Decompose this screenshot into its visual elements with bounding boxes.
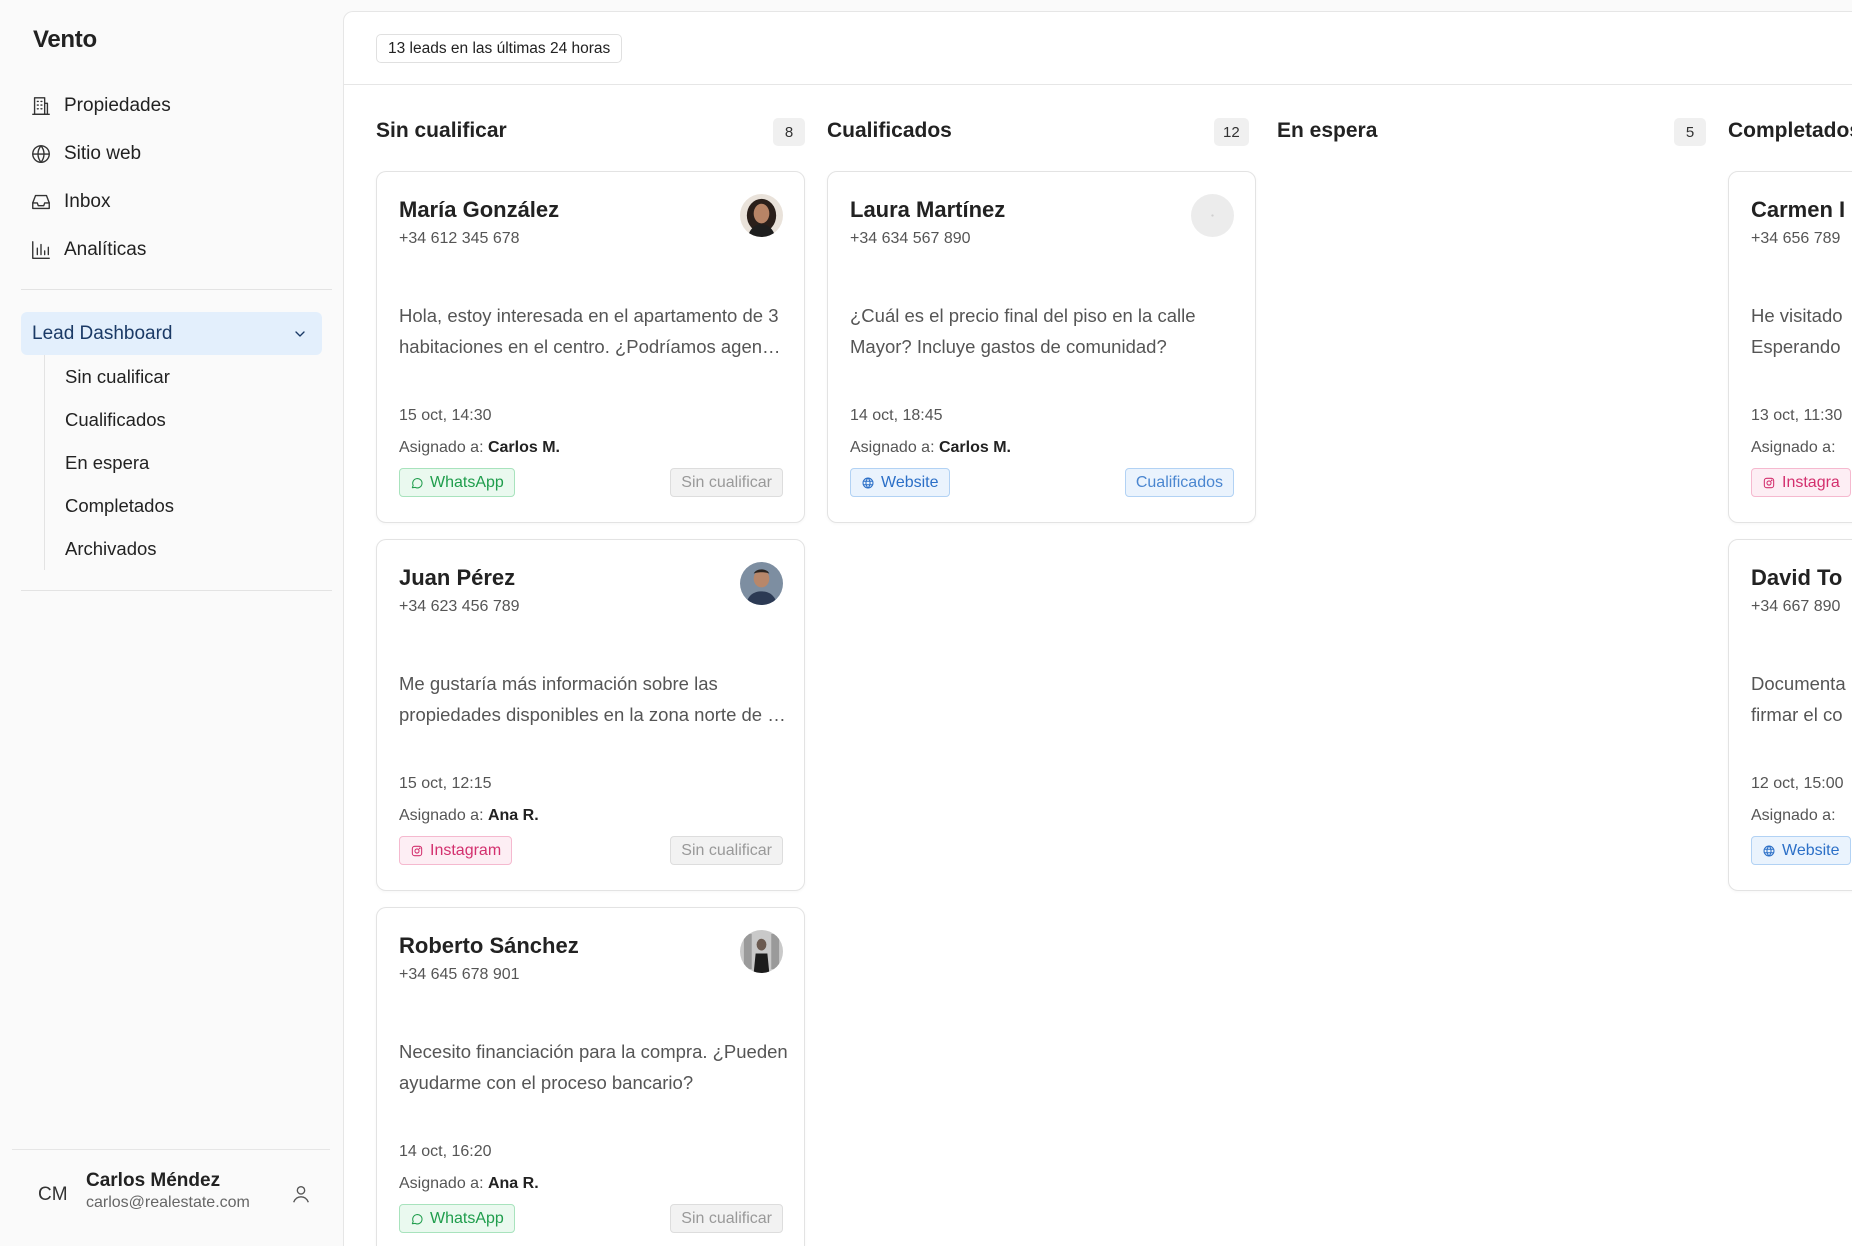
status-badge: Cualificados: [1124, 468, 1234, 497]
source-badge-whatsapp: WhatsApp: [399, 468, 515, 497]
lead-phone: +34 612 345 678: [399, 230, 520, 247]
subnav-item-sin-cualificar[interactable]: Sin cualificar: [45, 355, 314, 398]
lead-name: Laura Martínez: [850, 197, 1006, 222]
lead-message: ¿Cuál es el precio final del piso en la …: [850, 305, 1196, 357]
subnav-item-archivados[interactable]: Archivados: [45, 527, 314, 570]
source-badge-website: Website: [850, 468, 950, 497]
lead-name: Juan Pérez: [399, 565, 516, 590]
column-title-completados: Completados: [1728, 119, 1852, 142]
status-badge: Sin cualificar: [670, 836, 783, 865]
nav-item-propiedades[interactable]: Propiedades: [30, 82, 320, 130]
lead-dashboard-subnav: Sin cualificar Cualificados En espera Co…: [44, 355, 314, 570]
avatar: [740, 194, 783, 237]
avatar: [740, 930, 783, 973]
column-count-badge: 5: [1674, 118, 1706, 146]
lead-card[interactable]: Laura Martínez +34 634 567 890 ¿Cuál es …: [827, 171, 1256, 523]
avatar-placeholder: [1191, 194, 1234, 237]
user-profile: CM Carlos Méndez carlos@realestate.com: [12, 1149, 330, 1246]
lead-name: Roberto Sánchez: [399, 933, 579, 958]
status-badge: Sin cualificar: [670, 1204, 783, 1233]
lead-assignee: Asignado a: Ana R.: [399, 1175, 539, 1192]
lead-phone: +34 656 789: [1751, 230, 1841, 247]
main-panel: 13 leads en las últimas 24 horas Sin cua…: [343, 11, 1852, 1246]
lead-date: 13 oct, 11:30: [1751, 407, 1843, 424]
subnav-item-completados[interactable]: Completados: [45, 484, 314, 527]
lead-name: David To: [1751, 565, 1843, 590]
sidebar-divider: [21, 289, 332, 290]
lead-assignee: Asignado a:: [1751, 439, 1836, 456]
lead-message: Documenta firmar el co: [1751, 673, 1846, 725]
lead-card[interactable]: Roberto Sánchez +34 645 678 901 Necesito…: [376, 907, 805, 1246]
lead-date: 15 oct, 12:15: [399, 775, 492, 792]
lead-card[interactable]: David To +34 667 890 Documenta firmar el…: [1728, 539, 1852, 891]
topbar: 13 leads en las últimas 24 horas: [344, 12, 1852, 85]
globe-icon: [32, 145, 50, 163]
bar-chart-icon: [32, 241, 50, 259]
lead-card[interactable]: Juan Pérez +34 623 456 789 Me gustaría m…: [376, 539, 805, 891]
nav-label: Analíticas: [64, 239, 147, 260]
chat-bubble-icon: [411, 1213, 423, 1224]
column-count-badge: 8: [773, 118, 805, 146]
lead-phone: +34 634 567 890: [850, 230, 971, 247]
lead-card[interactable]: María González +34 612 345 678 Hola, est…: [376, 171, 805, 523]
status-badge: Sin cualificar: [670, 468, 783, 497]
lead-phone: +34 623 456 789: [399, 598, 520, 615]
leads-summary-badge: 13 leads en las últimas 24 horas: [376, 34, 623, 63]
source-badge-instagram: Instagra: [1751, 468, 1851, 497]
lead-assignee: Asignado a: Carlos M.: [399, 439, 560, 456]
lead-date: 15 oct, 14:30: [399, 407, 492, 424]
brand-logo[interactable]: Vento: [33, 26, 97, 54]
column-title-en-espera: En espera: [1277, 119, 1378, 142]
lead-message: Hola, estoy interesada en el apartamento…: [399, 305, 789, 357]
instagram-icon: [1763, 477, 1775, 488]
lead-phone: +34 667 890: [1751, 598, 1841, 615]
nav-item-analiticas[interactable]: Analíticas: [30, 226, 320, 274]
column-title-sin-cualificar: Sin cualificar: [376, 119, 507, 142]
subnav-item-cualificados[interactable]: Cualificados: [45, 398, 314, 441]
nav-label: Propiedades: [64, 95, 171, 116]
globe-icon: [1763, 845, 1775, 856]
nav-label: Sitio web: [64, 143, 142, 164]
lead-assignee: Asignado a:: [1751, 807, 1836, 824]
lead-date: 14 oct, 18:45: [850, 407, 943, 424]
nav-label: Inbox: [64, 191, 111, 212]
source-badge-website: Website: [1751, 836, 1851, 865]
source-badge-whatsapp: WhatsApp: [399, 1204, 515, 1233]
avatar: [740, 562, 783, 605]
user-name: Carlos Méndez: [86, 1170, 221, 1191]
lead-assignee: Asignado a: Ana R.: [399, 807, 539, 824]
chevron-down-icon: [295, 331, 305, 337]
lead-card[interactable]: Carmen I +34 656 789 He visitado Esperan…: [1728, 171, 1852, 523]
source-badge-instagram: Instagram: [399, 836, 513, 865]
inbox-icon: [32, 194, 50, 210]
instagram-icon: [411, 845, 423, 856]
nav-item-lead-dashboard[interactable]: Lead Dashboard: [21, 312, 322, 355]
chat-bubble-icon: [411, 477, 423, 488]
globe-icon: [862, 477, 874, 488]
lead-date: 14 oct, 16:20: [399, 1143, 492, 1160]
building-icon: [32, 97, 50, 115]
sidebar: Vento Propiedades Sitio web Inbox Analít…: [0, 0, 342, 1246]
sidebar-divider: [21, 590, 332, 591]
lead-name: María González: [399, 197, 560, 222]
user-icon[interactable]: [290, 1183, 312, 1205]
lead-name: Carmen I: [1751, 197, 1846, 222]
user-email: carlos@realestate.com: [86, 1194, 250, 1211]
lead-phone: +34 645 678 901: [399, 966, 520, 983]
lead-date: 12 oct, 15:00: [1751, 775, 1844, 792]
avatar: CM: [38, 1184, 68, 1205]
subnav-item-en-espera[interactable]: En espera: [45, 441, 314, 484]
nav-item-sitio-web[interactable]: Sitio web: [30, 130, 320, 178]
lead-message: Necesito financiación para la compra. ¿P…: [399, 1041, 788, 1093]
column-count-badge: 12: [1214, 118, 1249, 146]
column-title-cualificados: Cualificados: [827, 119, 952, 142]
lead-message: He visitado Esperando: [1751, 305, 1843, 357]
nav-label: Lead Dashboard: [32, 322, 173, 344]
main-nav: Propiedades Sitio web Inbox Analíticas: [30, 82, 320, 274]
nav-item-inbox[interactable]: Inbox: [30, 178, 320, 226]
lead-assignee: Asignado a: Carlos M.: [850, 439, 1011, 456]
lead-message: Me gustaría más información sobre las pr…: [399, 673, 782, 725]
